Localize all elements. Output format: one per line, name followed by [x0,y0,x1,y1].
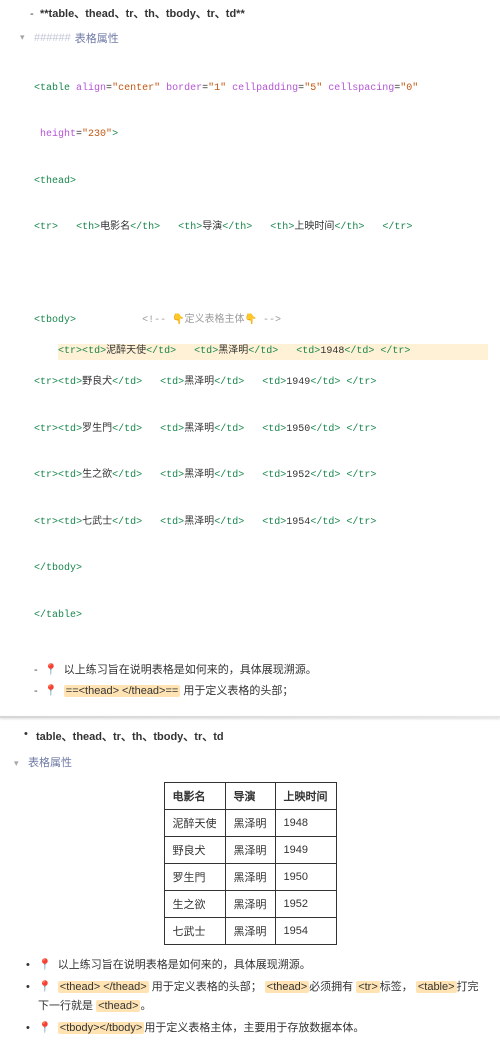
collapse-triangle-icon[interactable]: ▾ [14,758,24,769]
preview-note-3: 📍 <tbody></tbody>用于定义表格主体，主要用于存放数据本体。 [22,1018,486,1040]
pin-icon: 📍 [44,685,58,697]
editor-panel: **table、thead、tr、th、tbody、tr、td** ▾ ####… [0,0,500,710]
heading-hashes: ###### [34,32,71,44]
bullet-tags-list: **table、thead、tr、th、tbody、tr、td** [12,4,488,30]
code-block[interactable]: <table align="center" border="1" cellpad… [34,50,488,655]
th-year: 上映时间 [275,782,336,809]
preview-heading: 表格属性 [28,750,72,778]
preview-heading-row: ▾ 表格属性 [14,750,486,778]
pin-icon: 📍 [38,959,52,971]
table-row: 泥醉天使 黑泽明 1948 [164,809,336,836]
preview-note-2: 📍 <thead> </thead> 用于定义表格的头部； <thead>必须拥… [22,977,486,1019]
preview-bullet: table、thead、tr、th、tbody、tr、td [14,726,486,748]
heading-title: 表格属性 [75,30,119,46]
heading-line: ###### 表格属性 [34,30,119,46]
preview-heading-text: 表格属性 [28,754,72,770]
table-row: 野良犬 黑泽明 1949 [164,836,336,863]
collapse-triangle-icon[interactable]: ▾ [20,32,30,43]
note-line-2: 📍 ==<thead> </thead>== 用于定义表格的头部； [34,681,488,702]
table-row: 生之欲 黑泽明 1952 [164,890,336,917]
preview-bullet-text: table、thead、tr、th、tbody、tr、td [36,731,224,743]
pin-icon: 📍 [38,981,52,993]
editor-notes: 📍 以上练习旨在说明表格是如何来的，具体展现溯源。 📍 ==<thead> </… [34,660,488,702]
preview-note-1: 📍 以上练习旨在说明表格是如何来的，具体展现溯源。 [22,955,486,977]
note2-mark: ==<thead> </thead>== [64,685,181,697]
preview-notes: 📍 以上练习旨在说明表格是如何来的，具体展现溯源。 📍 <thead> </th… [14,955,486,1040]
th-movie: 电影名 [164,782,225,809]
preview-panel: table、thead、tr、th、tbody、tr、td ▾ 表格属性 电影名… [0,718,500,1050]
movies-table: 电影名 导演 上映时间 泥醉天使 黑泽明 1948 野良犬 黑泽明 1949 罗… [164,782,337,945]
table-row: 罗生門 黑泽明 1950 [164,863,336,890]
table-header-row: 电影名 导演 上映时间 [164,782,336,809]
heading-row: ▾ ###### 表格属性 [12,30,488,46]
note2-rest: 用于定义表格的头部； [180,685,293,697]
highlighted-code-line: <tr><td>泥醉天使</td> <td>黑泽明</td> <td>1948<… [58,344,488,360]
th-director: 导演 [225,782,275,809]
bullet-text: **table、thead、tr、th、tbody、tr、td** [40,8,245,20]
note-line-1: 📍 以上练习旨在说明表格是如何来的，具体展现溯源。 [34,660,488,681]
pin-icon: 📍 [38,1022,52,1034]
table-row: 七武士 黑泽明 1954 [164,917,336,944]
